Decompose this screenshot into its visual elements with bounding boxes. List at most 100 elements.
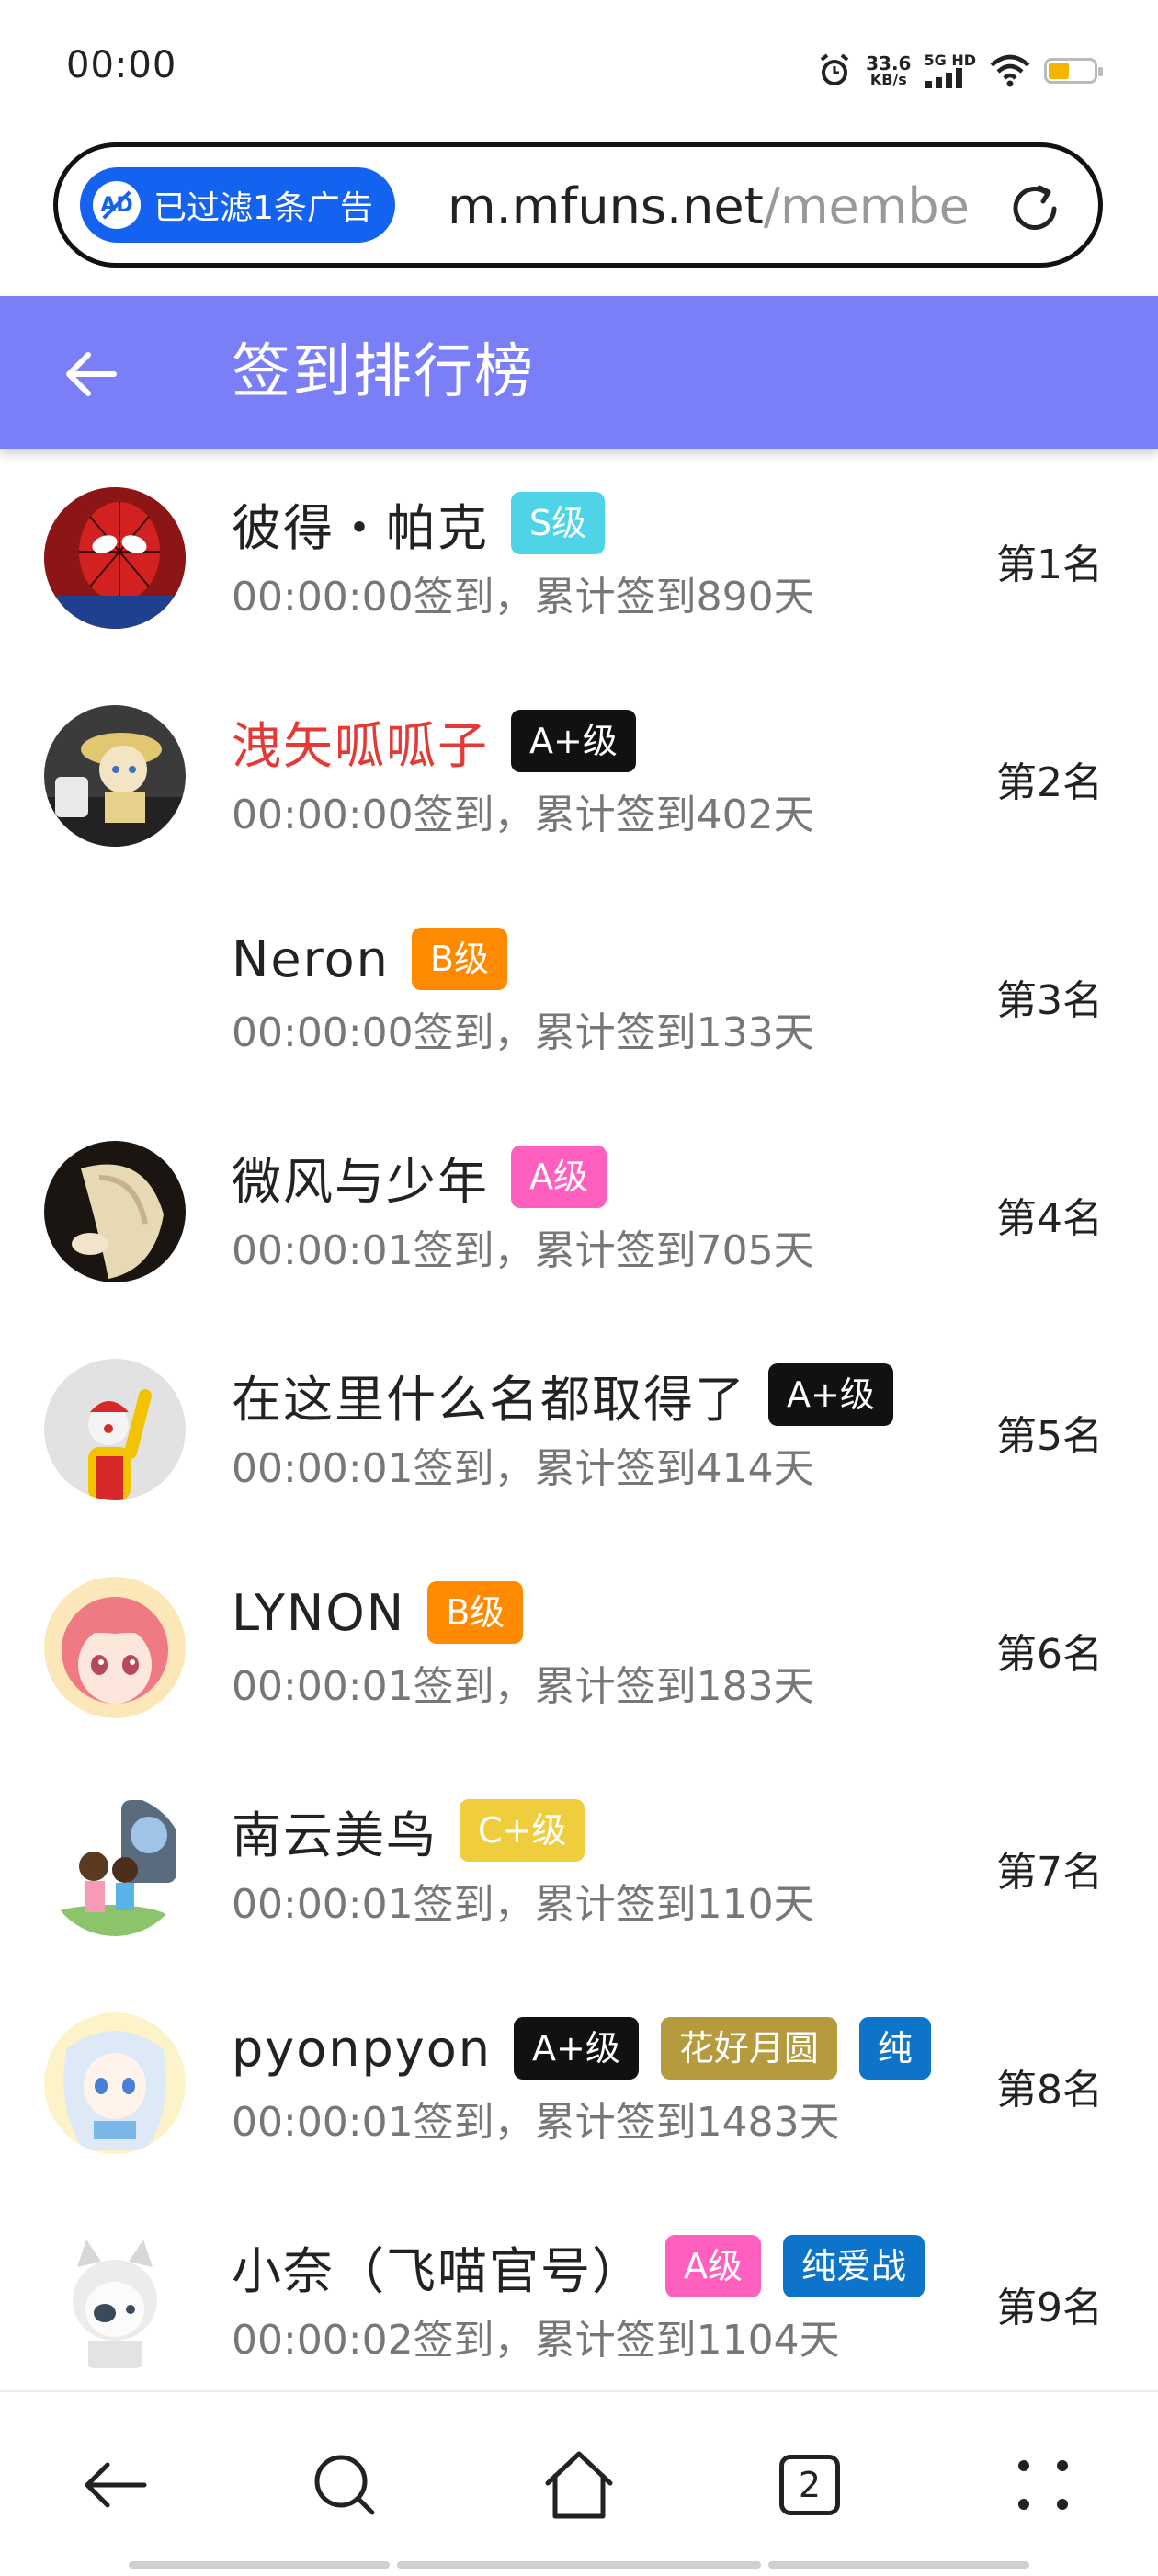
rank-label: 第4名 xyxy=(996,1195,1103,1242)
list-item[interactable]: LYNON B级 00:00:01签到，累计签到183天 第6名 xyxy=(0,1538,1158,1756)
kids-avatar xyxy=(44,1795,186,1936)
list-item[interactable]: 小奈（飞喵官号） A级 纯爱战 00:00:02签到，累计签到1104天 第9名 xyxy=(0,2192,1158,2390)
avatar[interactable] xyxy=(44,487,186,629)
alarm-icon xyxy=(820,53,849,85)
battery-icon xyxy=(1044,58,1103,84)
medal-badge: 纯 xyxy=(858,2017,931,2080)
gesture-bar xyxy=(129,2561,390,2569)
status-bar: 00:00 33.6 KB/s 5G HD xyxy=(0,0,1158,138)
avatar[interactable] xyxy=(44,1141,186,1282)
user-name-line: pyonpyon A+级 花好月圆 纯 xyxy=(232,2012,937,2084)
browser-bottom-nav: 2 xyxy=(0,2390,1158,2576)
cell-signal: 5G HD xyxy=(924,53,976,88)
user-name-line: 彼得・帕克 S级 xyxy=(232,487,937,559)
list-item[interactable]: 在这里什么名都取得了 A+级 00:00:01签到，累计签到414天 第5名 xyxy=(0,1320,1158,1538)
ad-filter-label: 已过滤1条广告 xyxy=(153,189,373,227)
app-header: 签到排行榜 xyxy=(0,296,1158,449)
checkin-info: 00:00:01签到，累计签到1483天 xyxy=(232,2099,840,2146)
ranking-list: 彼得・帕克 S级 00:00:00签到，累计签到890天 第1名 洩矢呱呱子 A… xyxy=(0,449,1158,2390)
avatar[interactable] xyxy=(44,1577,186,1718)
search-icon xyxy=(314,2455,375,2515)
user-name-line: 洩矢呱呱子 A+级 xyxy=(232,705,937,777)
address-bar[interactable]: AD 已过滤1条广告 m.mfuns.net/membe xyxy=(53,142,1103,268)
rank-label: 第5名 xyxy=(996,1413,1103,1460)
avatar[interactable] xyxy=(44,2230,186,2372)
checkin-info: 00:00:00签到，累计签到133天 xyxy=(232,1009,814,1056)
list-item[interactable]: 彼得・帕克 S级 00:00:00签到，累计签到890天 第1名 xyxy=(0,449,1158,667)
nav-menu-button[interactable] xyxy=(1002,2444,1084,2526)
blonde-avatar xyxy=(44,1141,186,1282)
user-name-line: 在这里什么名都取得了 A+级 xyxy=(232,1359,937,1430)
reload-icon[interactable] xyxy=(1006,180,1063,237)
avatar[interactable] xyxy=(44,705,186,847)
avatar[interactable] xyxy=(44,1795,186,1936)
url-host: m.mfuns.net xyxy=(448,177,764,235)
level-badge: A+级 xyxy=(511,710,636,772)
home-icon xyxy=(545,2451,613,2519)
user-name-line: LYNON B级 xyxy=(232,1577,937,1648)
checkin-info: 00:00:02签到，累计签到1104天 xyxy=(232,2317,840,2364)
list-item[interactable]: 微风与少年 A级 00:00:01签到，累计签到705天 第4名 xyxy=(0,1102,1158,1320)
level-badge: B级 xyxy=(411,928,507,990)
user-name-line: 南云美鸟 C+级 xyxy=(232,1795,937,1866)
list-item[interactable]: Neron B级 00:00:00签到，累计签到133天 第3名 xyxy=(0,884,1158,1102)
user-name[interactable]: pyonpyon xyxy=(232,2020,492,2078)
user-name[interactable]: Neron xyxy=(232,930,390,988)
checkin-info: 00:00:01签到，累计签到705天 xyxy=(232,1227,814,1274)
url-path: /membe xyxy=(763,177,970,235)
page-title: 签到排行榜 xyxy=(232,338,535,406)
signal-icon xyxy=(925,68,963,88)
anime-girl-avatar xyxy=(44,1577,186,1718)
user-name[interactable]: 洩矢呱呱子 xyxy=(232,705,489,777)
gesture-bar xyxy=(397,2561,761,2569)
checkin-info: 00:00:01签到，累计签到183天 xyxy=(232,1663,814,1710)
spiderman-avatar xyxy=(44,487,186,629)
medal-badge: 花好月圆 xyxy=(660,2017,837,2080)
nav-tabs-button[interactable]: 2 xyxy=(768,2444,851,2526)
user-name[interactable]: LYNON xyxy=(232,1584,405,1642)
user-name-line: Neron B级 xyxy=(232,923,937,995)
rank-label: 第7名 xyxy=(996,1849,1103,1896)
cat-girl-avatar xyxy=(44,2230,186,2372)
gesture-bar xyxy=(768,2561,1029,2569)
avatar[interactable] xyxy=(44,1359,186,1500)
white-hair-avatar xyxy=(44,2012,186,2154)
list-item[interactable]: 南云美鸟 C+级 00:00:01签到，累计签到110天 第7名 xyxy=(0,1756,1158,1974)
menu-dots-icon xyxy=(1018,2460,1068,2510)
level-badge: A级 xyxy=(665,2235,761,2297)
clock: 00:00 xyxy=(66,44,177,86)
tab-count: 2 xyxy=(779,2455,840,2515)
nav-back-button[interactable] xyxy=(74,2444,156,2526)
rank-label: 第9名 xyxy=(996,2285,1103,2331)
list-item[interactable]: 洩矢呱呱子 A+级 00:00:00签到，累计签到402天 第2名 xyxy=(0,667,1158,884)
checkin-info: 00:00:01签到，累计签到110天 xyxy=(232,1881,814,1928)
url-text[interactable]: m.mfuns.net/membe xyxy=(448,175,1017,239)
level-badge: A级 xyxy=(511,1146,607,1208)
ad-filter-pill[interactable]: AD 已过滤1条广告 xyxy=(80,167,395,243)
nav-home-button[interactable] xyxy=(538,2444,620,2526)
user-name[interactable]: 小奈（飞喵官号） xyxy=(232,2230,643,2302)
nav-search-button[interactable] xyxy=(303,2444,386,2526)
level-badge: B级 xyxy=(427,1581,524,1644)
user-name[interactable]: 彼得・帕克 xyxy=(232,487,489,559)
rank-label: 第8名 xyxy=(996,2067,1103,2114)
level-badge: C+级 xyxy=(460,1799,585,1862)
back-icon xyxy=(85,2462,147,2508)
avatar[interactable] xyxy=(44,2012,186,2154)
rank-label: 第6名 xyxy=(996,1631,1103,1678)
user-name[interactable]: 在这里什么名都取得了 xyxy=(232,1359,746,1430)
figure-avatar xyxy=(44,705,186,847)
list-item[interactable]: pyonpyon A+级 花好月圆 纯 00:00:01签到，累计签到1483天… xyxy=(0,1974,1158,2192)
user-name-line: 小奈（飞喵官号） A级 纯爱战 xyxy=(232,2230,937,2302)
checkin-info: 00:00:01签到，累计签到414天 xyxy=(232,1445,814,1492)
user-name-line: 微风与少年 A级 xyxy=(232,1141,937,1213)
clown-avatar xyxy=(44,1359,186,1500)
back-arrow-icon[interactable] xyxy=(59,342,123,406)
checkin-info: 00:00:00签到，累计签到402天 xyxy=(232,792,814,838)
user-name[interactable]: 南云美鸟 xyxy=(232,1795,437,1866)
rank-label: 第1名 xyxy=(996,541,1103,588)
level-badge: A+级 xyxy=(514,2017,639,2080)
checkin-info: 00:00:00签到，累计签到890天 xyxy=(232,574,814,621)
network-speed: 33.6 KB/s xyxy=(866,52,912,88)
user-name[interactable]: 微风与少年 xyxy=(232,1141,489,1213)
